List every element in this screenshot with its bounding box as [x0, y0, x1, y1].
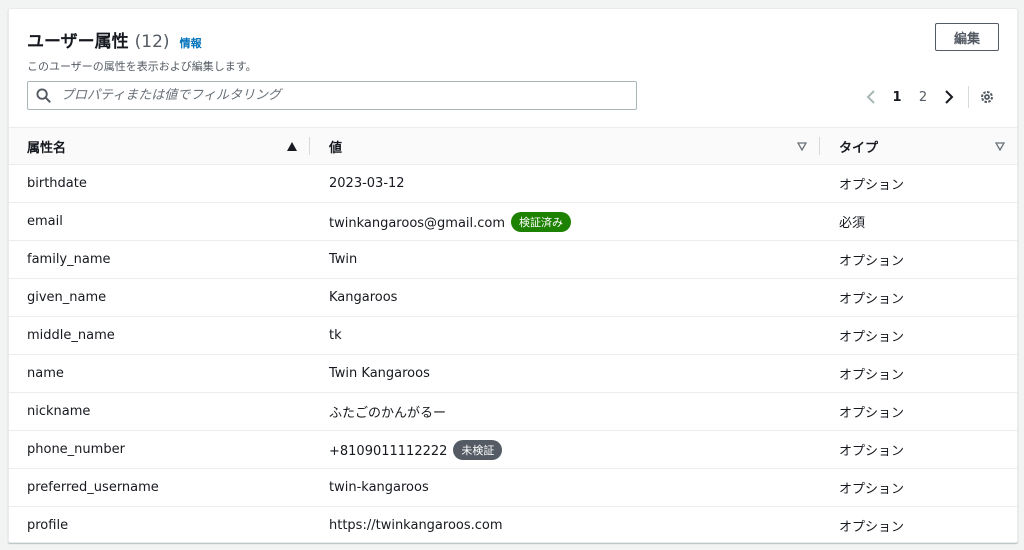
column-divider [819, 137, 820, 155]
attribute-name-cell: preferred_username [9, 468, 309, 507]
attribute-count: (12) [134, 32, 170, 52]
info-link[interactable]: 情報 [180, 35, 202, 51]
attribute-value: 2023-03-12 [329, 176, 405, 191]
attribute-value: https://twinkangaroos.com [329, 518, 503, 533]
attribute-type-cell: オプション [819, 392, 1017, 431]
attribute-name-cell: nickname [9, 392, 309, 431]
column-label: タイプ [839, 140, 879, 156]
attribute-value: ふたごのかんがるー [329, 406, 447, 421]
attribute-type-cell: オプション [819, 240, 1017, 279]
filter-search[interactable] [27, 81, 637, 110]
column-label: 属性名 [27, 140, 67, 156]
gear-icon [981, 91, 993, 103]
attribute-value: twinkangaroos@gmail.com [329, 215, 506, 231]
attribute-name-cell: email [9, 202, 309, 241]
chevron-left-icon [866, 90, 875, 104]
attribute-name-cell: middle_name [9, 316, 309, 355]
status-badge: 未検証 [453, 439, 503, 460]
attribute-type-cell: オプション [819, 164, 1017, 203]
table-row: email twinkangaroos@gmail.com 検証済み 必須 [9, 202, 1017, 241]
attribute-name-cell: given_name [9, 278, 309, 317]
attribute-value-cell: twin-kangaroos [309, 468, 819, 507]
table-row: phone_number +8109011112222 未検証 オプション [9, 430, 1017, 469]
attribute-value: Twin Kangaroos [329, 366, 430, 381]
sort-icon [995, 141, 1005, 151]
table-row: nickname ふたごのかんがるー オプション [9, 392, 1017, 431]
sort-ascending-icon [287, 141, 297, 151]
attribute-value-cell: tk [309, 316, 819, 355]
attribute-type-cell: オプション [819, 430, 1017, 469]
panel-header: ユーザー属性 (12) 情報 このユーザーの属性を表示および編集します。 編集 [27, 23, 999, 73]
attribute-value-cell: +8109011112222 未検証 [309, 430, 819, 469]
attribute-value: twin-kangaroos [329, 480, 429, 495]
column-header-type[interactable]: タイプ [819, 127, 1017, 165]
column-divider [309, 137, 310, 155]
table-row: middle_name tk オプション [9, 316, 1017, 355]
attributes-table: 属性名 値 タイプ birthdate 2023-03-12 オプション ema… [9, 127, 1017, 545]
attribute-type-cell: オプション [819, 354, 1017, 393]
column-label: 値 [329, 140, 343, 156]
attribute-value-cell: Kangaroos [309, 278, 819, 317]
attribute-name-cell: birthdate [9, 164, 309, 203]
edit-button[interactable]: 編集 [935, 23, 999, 51]
panel-title: ユーザー属性 (12) 情報 [27, 27, 999, 52]
preferences-button[interactable] [979, 89, 995, 105]
table-row: given_name Kangaroos オプション [9, 278, 1017, 317]
panel-description: このユーザーの属性を表示および編集します。 [27, 60, 257, 73]
column-header-value[interactable]: 値 [309, 127, 819, 165]
status-badge: 検証済み [511, 211, 572, 232]
table-row: preferred_username twin-kangaroos オプション [9, 468, 1017, 507]
table-row: family_name Twin オプション [9, 240, 1017, 279]
chevron-right-icon [945, 90, 954, 104]
pager-divider [968, 86, 969, 108]
attribute-name-cell: phone_number [9, 430, 309, 469]
user-attributes-panel: ユーザー属性 (12) 情報 このユーザーの属性を表示および編集します。 編集 … [8, 8, 1018, 545]
filter-input[interactable] [59, 87, 623, 104]
title-text: ユーザー属性 [27, 32, 129, 52]
attribute-value-cell: https://twinkangaroos.com [309, 506, 819, 545]
attribute-value-cell: twinkangaroos@gmail.com 検証済み [309, 202, 819, 241]
search-icon [36, 88, 51, 103]
attribute-type-cell: オプション [819, 506, 1017, 545]
sort-icon [797, 141, 807, 151]
table-row: name Twin Kangaroos オプション [9, 354, 1017, 393]
prev-page-button[interactable] [858, 89, 884, 105]
attribute-value-cell: Twin [309, 240, 819, 279]
attribute-type-cell: オプション [819, 316, 1017, 355]
table-row: profile https://twinkangaroos.com オプション [9, 506, 1017, 545]
attribute-type-cell: オプション [819, 468, 1017, 507]
attribute-value: Twin [329, 252, 358, 267]
attribute-value: Kangaroos [329, 290, 398, 305]
attribute-name-cell: family_name [9, 240, 309, 279]
attribute-value-cell: 2023-03-12 [309, 164, 819, 203]
table-body: birthdate 2023-03-12 オプション email twinkangaro… [9, 164, 1017, 545]
attribute-name-cell: profile [9, 506, 309, 545]
attribute-value-cell: Twin Kangaroos [309, 354, 819, 393]
page-1-button[interactable]: 1 [884, 90, 910, 105]
table-header-row: 属性名 値 タイプ [9, 127, 1017, 165]
page-2-button[interactable]: 2 [910, 90, 936, 105]
attribute-name-cell: name [9, 354, 309, 393]
attribute-value-cell: ふたごのかんがるー [309, 392, 819, 431]
attribute-type-cell: 必須 [819, 202, 1017, 241]
table-row: birthdate 2023-03-12 オプション [9, 164, 1017, 203]
pagination: 1 2 [858, 85, 995, 109]
attribute-value: tk [329, 328, 342, 343]
attribute-type-cell: オプション [819, 278, 1017, 317]
next-page-button[interactable] [936, 89, 962, 105]
attribute-value: +8109011112222 [329, 443, 448, 459]
column-header-attribute-name[interactable]: 属性名 [9, 127, 309, 165]
